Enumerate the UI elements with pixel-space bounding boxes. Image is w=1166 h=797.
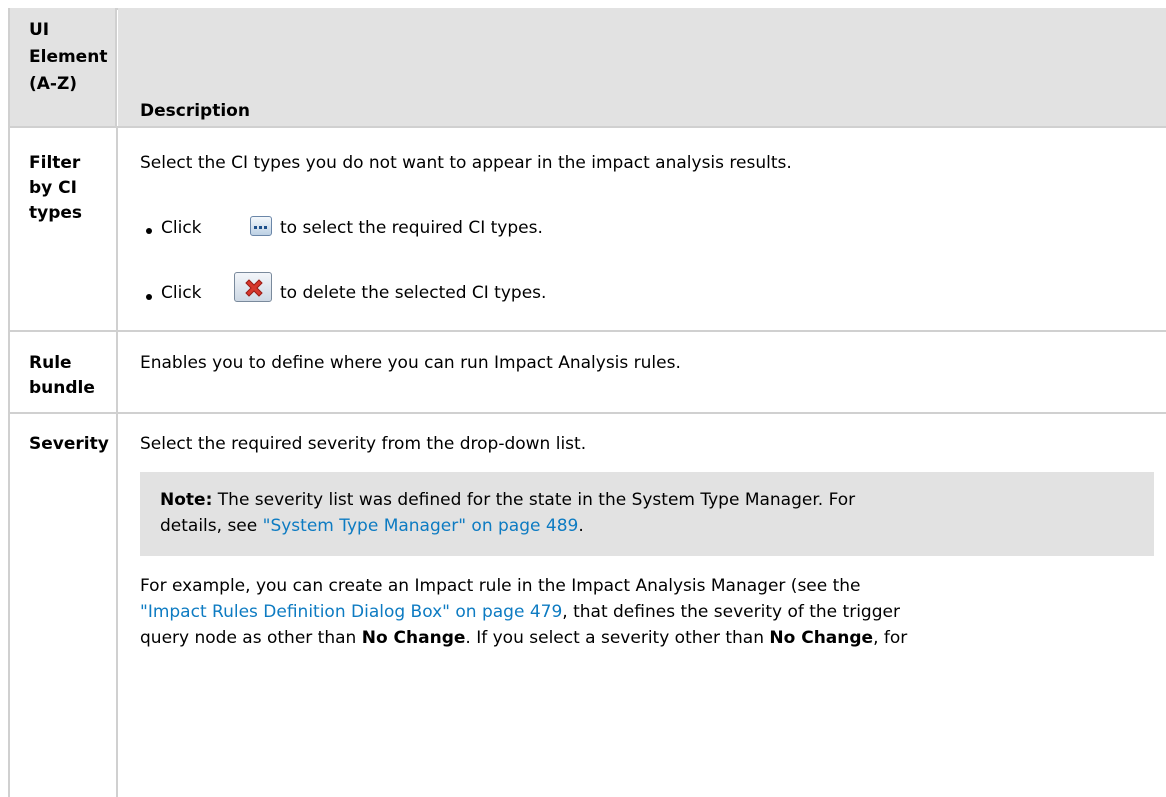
example-line3: query node as other than No Change. If y… <box>140 626 907 651</box>
filter-label-line3: types <box>29 203 83 223</box>
severity-description: Select the required severity from the dr… <box>140 434 587 454</box>
header-ui-line3: (A-Z) <box>29 74 78 94</box>
rule-bundle-label-line1: Rule <box>29 353 72 373</box>
example-line3-pre: query node as other than <box>140 628 362 648</box>
column-divider <box>116 126 118 797</box>
example-line2: "Impact Rules Definition Dialog Box" on … <box>140 600 900 625</box>
system-type-manager-link[interactable]: "System Type Manager" on page 489 <box>263 516 579 536</box>
note-text1: The severity list was defined for the st… <box>217 490 856 510</box>
bullet1-prefix: Click <box>161 218 202 238</box>
header-description: Description <box>140 101 250 121</box>
example-line2-post: , that defines the severity of the trigg… <box>562 602 900 622</box>
note-text2-post: . <box>578 516 584 536</box>
row-divider <box>10 412 1166 414</box>
impact-rules-link[interactable]: "Impact Rules Definition Dialog Box" on … <box>140 602 562 622</box>
example-line3-mid: . If you select a severity other than <box>465 628 770 648</box>
header-ui-line2: Element <box>29 47 108 67</box>
example-bold1: No Change <box>361 628 466 648</box>
filter-label-line1: Filter <box>29 153 81 173</box>
bullet1-text: to select the required CI types. <box>280 218 543 238</box>
ellipsis-icon <box>250 216 272 236</box>
note-text2-pre: details, see <box>160 516 263 536</box>
severity-label: Severity <box>29 434 109 454</box>
filter-description: Select the CI types you do not want to a… <box>140 153 792 173</box>
delete-icon <box>234 272 272 302</box>
example-line1: For example, you can create an Impact ru… <box>140 576 861 596</box>
bullet-dot <box>146 228 152 234</box>
example-line3-post: , for <box>873 628 908 648</box>
example-bold2: No Change <box>769 628 874 648</box>
row-divider <box>10 330 1166 332</box>
header-ui-line1: UI <box>29 20 50 40</box>
note-line1: Note: The severity list was defined for … <box>160 488 855 513</box>
note-line2: details, see "System Type Manager" on pa… <box>160 514 584 539</box>
rule-bundle-label-line2: bundle <box>29 378 95 398</box>
row-divider <box>10 126 1166 128</box>
bullet2-prefix: Click <box>161 283 202 303</box>
bullet-dot <box>146 294 152 300</box>
note-label: Note: <box>160 490 213 510</box>
header-cell-description <box>118 8 1166 126</box>
filter-label-line2: by CI <box>29 178 77 198</box>
rule-bundle-description: Enables you to define where you can run … <box>140 353 681 373</box>
bullet2-text: to delete the selected CI types. <box>280 283 547 303</box>
